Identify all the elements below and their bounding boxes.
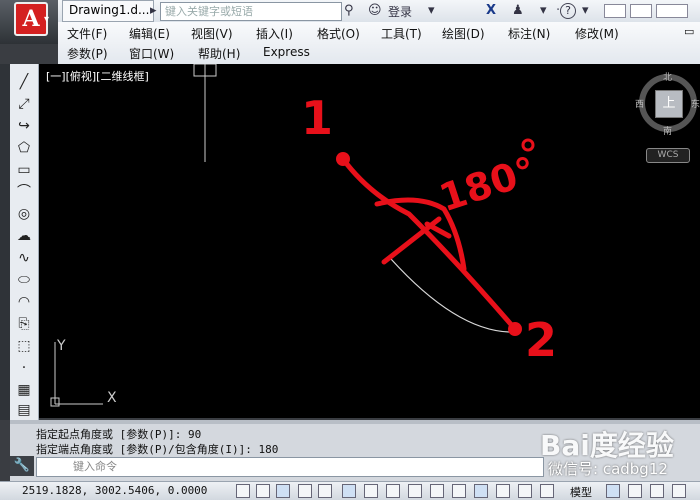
point-icon[interactable]: ·	[14, 358, 34, 378]
ortho-mode-icon[interactable]	[298, 484, 312, 498]
more-dropdown-icon[interactable]: ▾	[540, 3, 547, 18]
draw-toolbar: ╱ ⤢ ↪ ⬠ ▭ ⌒ ◎ ☁ ∿ ⬭ ◠ ⎘ ⬚ · ▦ ▤	[10, 64, 39, 420]
lineweight-icon[interactable]	[452, 484, 466, 498]
object-snap-icon[interactable]	[342, 484, 356, 498]
autocad-logo-icon: A	[14, 2, 48, 36]
tab-arrow-icon[interactable]: ▸	[150, 3, 157, 18]
menu-restore-icon[interactable]: ▭	[684, 25, 694, 38]
menu-draw[interactable]: 绘图(D)	[442, 25, 485, 42]
annotation-point-2: 2	[525, 313, 557, 367]
crosshair-cursor	[193, 64, 217, 162]
layout-icon[interactable]	[606, 484, 620, 498]
title-bar: Drawing1.d... ▸ 键入关键字或短语 ⚲ ☺ 登录 ▾ X ♟ ▾ …	[0, 0, 700, 23]
menu-parametric[interactable]: 参数(P)	[67, 45, 108, 62]
spline-icon[interactable]: ∿	[14, 248, 34, 268]
wcs-menu[interactable]: WCS	[646, 148, 690, 163]
wechat-watermark: 微信号: cadbg12	[548, 460, 668, 478]
viewcube-west[interactable]: 西	[635, 97, 644, 110]
dynamic-ucs-icon[interactable]	[408, 484, 422, 498]
ucs-y-label: Y	[56, 338, 66, 354]
left-edge	[0, 64, 10, 420]
viewcube-top-face[interactable]: 上	[655, 90, 683, 118]
line-icon[interactable]: ╱	[14, 72, 34, 92]
dynamic-input-icon[interactable]	[430, 484, 444, 498]
rectangle-icon[interactable]: ▭	[14, 160, 34, 180]
search-input[interactable]: 键入关键字或短语	[160, 2, 342, 21]
construction-line-icon[interactable]: ⤢	[14, 94, 34, 114]
ellipse-arc-icon[interactable]: ◠	[14, 292, 34, 312]
coordinates-readout[interactable]: 2519.1828, 3002.5406, 0.0000	[22, 484, 207, 497]
quick-properties-icon[interactable]	[496, 484, 510, 498]
customize-icon[interactable]: 🔧	[10, 456, 34, 476]
menu-format[interactable]: 格式(O)	[317, 25, 360, 42]
app-menu-dropdown-icon: ▾	[44, 14, 50, 25]
drawing-svg: 1 2 180° Y X	[50, 64, 557, 407]
hatch-icon[interactable]: ▦	[14, 380, 34, 400]
infer-constraints-icon[interactable]	[236, 484, 250, 498]
menu-help[interactable]: 帮助(H)	[198, 45, 240, 62]
login-label[interactable]: 登录	[388, 3, 412, 20]
polygon-icon[interactable]: ⬠	[14, 138, 34, 158]
exchange-icon[interactable]: X	[486, 3, 496, 18]
point-1-marker	[336, 152, 350, 166]
menu-file[interactable]: 文件(F)	[67, 25, 107, 42]
minimize-button[interactable]	[604, 4, 626, 18]
close-button[interactable]	[656, 4, 688, 18]
grid-display-icon[interactable]	[276, 484, 290, 498]
make-block-icon[interactable]: ⬚	[14, 336, 34, 356]
drawn-arc	[390, 258, 516, 333]
help-dropdown-icon[interactable]: ▾	[582, 3, 589, 18]
quick-view-layouts-icon[interactable]	[628, 484, 642, 498]
annotation-angle: 180°	[434, 148, 541, 220]
polar-tracking-icon[interactable]	[318, 484, 332, 498]
viewcube[interactable]: 上 北 南 西 东	[635, 70, 700, 137]
annotation-point-1: 1	[301, 91, 333, 145]
object-snap-tracking-icon[interactable]	[386, 484, 400, 498]
menu-modify[interactable]: 修改(M)	[575, 25, 619, 42]
menu-dimension[interactable]: 标注(N)	[508, 25, 550, 42]
3d-object-snap-icon[interactable]	[364, 484, 378, 498]
quick-view-drawings-icon[interactable]	[650, 484, 664, 498]
drawing-tab[interactable]: Drawing1.d...	[62, 0, 154, 22]
viewcube-south[interactable]: 南	[663, 124, 672, 137]
login-dropdown-icon[interactable]: ▾	[428, 3, 435, 18]
app-menu-button[interactable]: A ▾	[0, 0, 58, 44]
viewcube-north[interactable]: 北	[663, 70, 672, 83]
menu-window[interactable]: 窗口(W)	[129, 45, 174, 62]
transparency-icon[interactable]	[474, 484, 488, 498]
ellipse-icon[interactable]: ⬭	[14, 270, 34, 290]
drawing-canvas[interactable]: [一][俯视][二维线框] 1 2 180° Y X 上 北 南 西 东 WCS	[39, 64, 700, 418]
polyline-icon[interactable]: ↪	[14, 116, 34, 136]
pan-icon[interactable]	[672, 484, 686, 498]
binoculars-icon[interactable]: ⚲	[344, 3, 354, 18]
status-bar: 2519.1828, 3002.5406, 0.0000 模型	[0, 481, 700, 500]
menu-view[interactable]: 视图(V)	[191, 25, 233, 42]
model-space-button[interactable]: 模型	[570, 484, 592, 500]
menu-bar: 文件(F) 编辑(E) 视图(V) 插入(I) 格式(O) 工具(T) 绘图(D…	[58, 22, 700, 65]
help-icon[interactable]: ?	[560, 3, 576, 19]
gradient-icon[interactable]: ▤	[14, 400, 34, 420]
user-icon[interactable]: ☺	[368, 3, 382, 18]
command-history-line-1: 指定起点角度或 [参数(P)]: 90	[36, 428, 202, 441]
menu-insert[interactable]: 插入(I)	[256, 25, 293, 42]
insert-block-icon[interactable]: ⎘	[14, 314, 34, 334]
ucs-x-label: X	[107, 390, 117, 406]
viewcube-east[interactable]: 东	[691, 97, 700, 110]
command-history-line-2: 指定端点角度或 [参数(P)/包含角度(I)]: 180	[36, 443, 279, 456]
menu-express[interactable]: Express	[263, 45, 310, 59]
restore-button[interactable]	[630, 4, 652, 18]
circle-icon[interactable]: ◎	[14, 204, 34, 224]
arc-icon[interactable]: ⌒	[14, 182, 34, 202]
menu-tools[interactable]: 工具(T)	[381, 25, 422, 42]
selection-cycling-icon[interactable]	[518, 484, 532, 498]
store-icon[interactable]: ♟	[512, 3, 524, 18]
snap-mode-icon[interactable]	[256, 484, 270, 498]
point-2-marker	[508, 322, 522, 336]
annotation-monitor-icon[interactable]	[540, 484, 554, 498]
menu-edit[interactable]: 编辑(E)	[129, 25, 170, 42]
command-input[interactable]: 键入命令	[36, 457, 544, 477]
revision-cloud-icon[interactable]: ☁	[14, 226, 34, 246]
